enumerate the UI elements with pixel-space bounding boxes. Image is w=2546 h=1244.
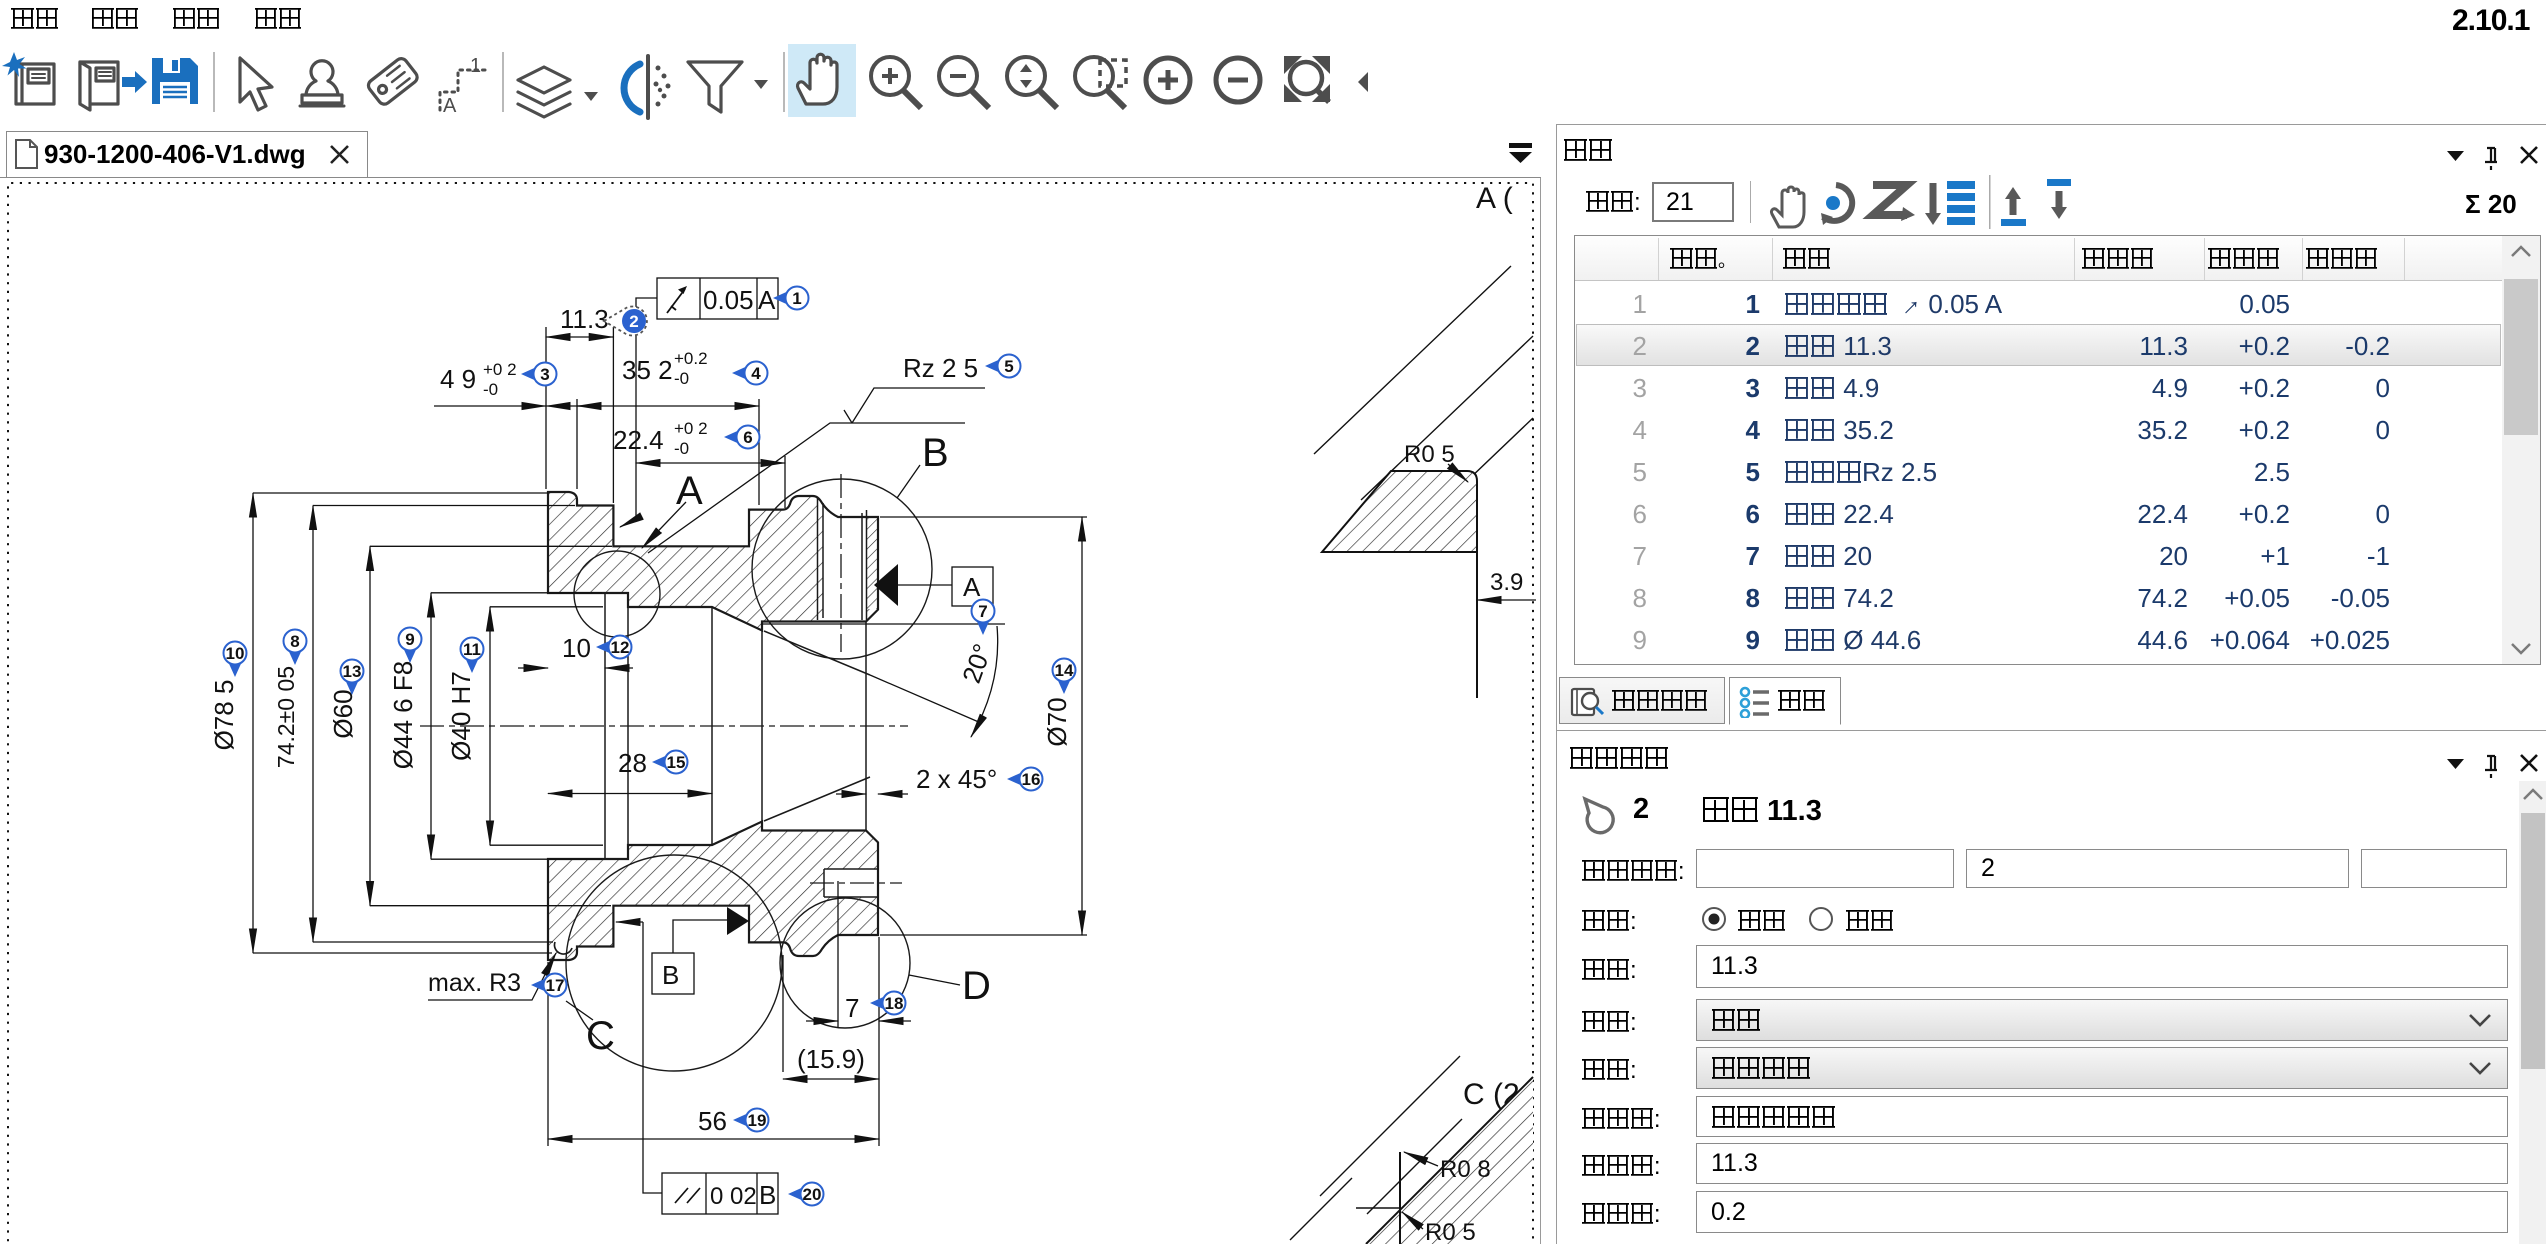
svg-text:B: B [662,960,679,990]
svg-text:1: 1 [470,55,481,77]
svg-text:56: 56 [698,1106,727,1136]
svg-text:15: 15 [667,753,686,772]
svg-text:12: 12 [611,638,630,657]
svg-text:-0: -0 [483,380,498,399]
svg-text:11.3: 11.3 [560,304,609,334]
svg-text:11: 11 [463,640,481,659]
svg-text:74.2±0 05: 74.2±0 05 [273,666,299,768]
svg-text:-0: -0 [674,369,689,388]
svg-text:A: A [963,572,981,602]
svg-text:2: 2 [629,312,638,331]
svg-text:A: A [443,95,457,117]
svg-text:A: A [758,285,776,315]
svg-text:7: 7 [978,602,987,621]
svg-text:2 x 45°: 2 x 45° [916,764,997,794]
svg-text:35 2: 35 2 [622,355,673,385]
svg-text:19: 19 [748,1111,767,1130]
svg-text:22.4: 22.4 [613,425,664,455]
svg-text:3.9: 3.9 [1490,569,1523,596]
svg-text:13: 13 [343,662,362,681]
svg-text:Rz 2 5: Rz 2 5 [903,353,978,383]
svg-text:D: D [962,964,991,1008]
svg-text:20: 20 [803,1185,822,1204]
svg-text:10: 10 [226,644,245,663]
svg-text:17: 17 [546,976,565,995]
svg-text:+0.2: +0.2 [674,349,708,368]
svg-text:Ø78 5: Ø78 5 [209,680,239,751]
svg-text:Ø40 H7: Ø40 H7 [446,671,476,761]
svg-text:8: 8 [290,632,299,651]
svg-text:-0: -0 [674,439,689,458]
svg-text:28: 28 [618,748,647,778]
svg-text:4: 4 [751,364,761,383]
svg-text:20°: 20° [956,640,998,687]
svg-text:5: 5 [1004,357,1013,376]
svg-text:R0 5: R0 5 [1425,1219,1476,1244]
svg-text:+0 2: +0 2 [483,360,517,379]
svg-text:B: B [759,1180,776,1210]
svg-text:10: 10 [562,633,591,663]
svg-text:4 9: 4 9 [440,364,476,394]
svg-text:(15.9): (15.9) [797,1044,865,1074]
svg-text:1: 1 [792,289,801,308]
svg-text:0 02: 0 02 [710,1183,757,1210]
svg-text:7: 7 [845,993,859,1023]
svg-text:Ø70: Ø70 [1042,697,1072,746]
svg-text:14: 14 [1055,661,1074,680]
svg-text:Ø60: Ø60 [328,689,358,738]
svg-text:+0 2: +0 2 [674,419,708,438]
svg-text:A: A [676,469,703,513]
svg-text:0.05: 0.05 [703,285,754,315]
svg-text:6: 6 [743,428,752,447]
svg-text:A (: A ( [1476,182,1513,215]
svg-text:C: C [586,1014,615,1058]
svg-text:R0 8: R0 8 [1440,1156,1491,1183]
svg-text:Ø44 6 F8: Ø44 6 F8 [388,661,418,769]
svg-text:9: 9 [405,630,414,649]
svg-text:18: 18 [885,994,904,1013]
svg-text:3: 3 [540,365,549,384]
svg-text:16: 16 [1022,770,1041,789]
svg-text:B: B [922,431,949,475]
svg-text:max. R3: max. R3 [428,969,521,997]
svg-text:R0 5: R0 5 [1404,441,1455,468]
